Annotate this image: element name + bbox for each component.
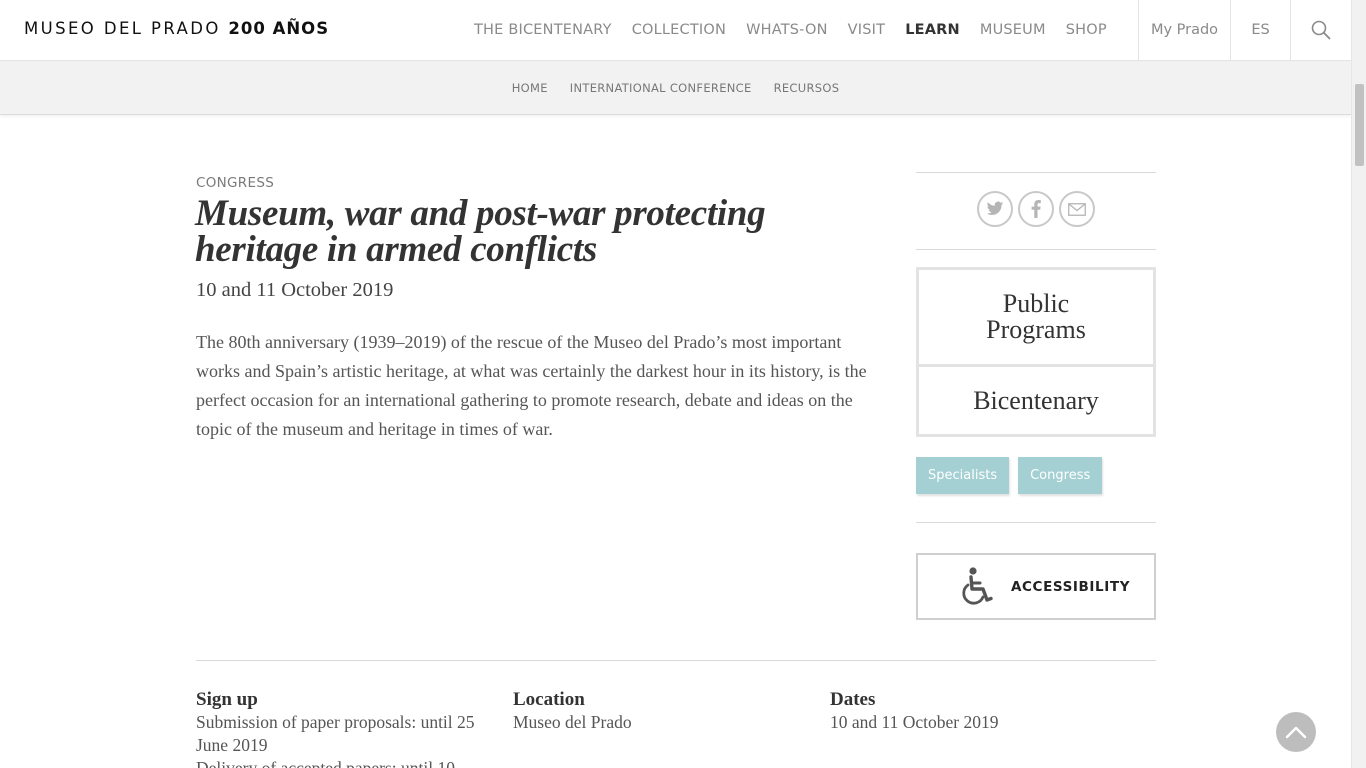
- subnav-item-international-conference[interactable]: INTERNATIONAL CONFERENCE: [570, 81, 752, 95]
- scrollbar[interactable]: [1351, 0, 1366, 768]
- article-date: 10 and 11 October 2019: [196, 279, 394, 301]
- nav-item-bicentenary[interactable]: THE BICENTENARY: [474, 22, 612, 38]
- signup-line: Delivery of accepted papers: until 10: [196, 758, 455, 768]
- wheelchair-icon: [962, 566, 993, 605]
- language-switch[interactable]: ES: [1230, 0, 1290, 60]
- subnav-item-home[interactable]: HOME: [512, 81, 548, 95]
- location-heading: Location: [513, 689, 585, 710]
- nav-item-shop[interactable]: SHOP: [1066, 22, 1107, 38]
- email-icon[interactable]: [1059, 191, 1095, 227]
- share-buttons: [977, 191, 1095, 227]
- sidebar-divider: [916, 249, 1156, 250]
- tag-congress[interactable]: Congress: [1018, 457, 1103, 494]
- nav-item-museum[interactable]: MUSEUM: [980, 22, 1046, 38]
- scrollbar-thumb[interactable]: [1355, 84, 1364, 166]
- header-utilities: My Prado ES: [1138, 0, 1351, 60]
- twitter-icon[interactable]: [977, 191, 1013, 227]
- article-category: CONGRESS: [196, 175, 275, 191]
- page-title: Museum, war and post-war protecting heri…: [195, 193, 766, 270]
- my-prado-link[interactable]: My Prado: [1138, 0, 1230, 60]
- info-dates: Dates 10 and 11 October 2019: [830, 688, 1125, 734]
- logo-text: MUSEO DEL PRADO: [24, 19, 221, 38]
- nav-item-whats-on[interactable]: WHATS-ON: [746, 22, 828, 38]
- top-header: MUSEO DEL PRADO 200 AÑOS THE BICENTENARY…: [0, 0, 1351, 61]
- sidebar-divider: [916, 522, 1156, 523]
- logo-bold-text: 200 AÑOS: [228, 19, 330, 38]
- facebook-icon[interactable]: [1018, 191, 1054, 227]
- signup-heading: Sign up: [196, 689, 258, 710]
- category-box: Public Programs Bicentenary: [916, 267, 1156, 437]
- location-value: Museo del Prado: [513, 712, 632, 732]
- chevron-up-icon: [1285, 726, 1307, 739]
- site-logo[interactable]: MUSEO DEL PRADO 200 AÑOS: [24, 19, 329, 38]
- dates-heading: Dates: [830, 689, 876, 710]
- tag-specialists[interactable]: Specialists: [916, 457, 1010, 494]
- nav-item-collection[interactable]: COLLECTION: [632, 22, 726, 38]
- nav-item-learn[interactable]: LEARN: [905, 22, 960, 38]
- dates-value: 10 and 11 October 2019: [830, 712, 999, 732]
- article-lead: The 80th anniversary (1939–2019) of the …: [196, 332, 867, 439]
- info-signup: Sign up Submission of paper proposals: u…: [196, 688, 491, 768]
- accessibility-button[interactable]: ACCESSIBILITY: [916, 553, 1156, 620]
- signup-line: Submission of paper proposals: until 25 …: [196, 712, 475, 755]
- accessibility-label: ACCESSIBILITY: [1011, 578, 1131, 595]
- info-divider: [196, 660, 1156, 661]
- info-location: Location Museo del Prado: [513, 688, 808, 734]
- search-icon: [1311, 20, 1331, 40]
- main-nav: THE BICENTENARY COLLECTION WHATS-ON VISI…: [464, 0, 1117, 60]
- nav-item-visit[interactable]: VISIT: [848, 22, 886, 38]
- category-bicentenary[interactable]: Bicentenary: [919, 367, 1153, 434]
- back-to-top-button[interactable]: [1276, 712, 1316, 752]
- tag-list: Specialists Congress: [916, 457, 1103, 494]
- subnav-item-recursos[interactable]: RECURSOS: [774, 81, 840, 95]
- category-public-programs[interactable]: Public Programs: [919, 270, 1153, 364]
- sidebar-divider: [916, 172, 1156, 173]
- search-button[interactable]: [1290, 0, 1351, 60]
- sub-navigation: HOME INTERNATIONAL CONFERENCE RECURSOS: [0, 61, 1351, 115]
